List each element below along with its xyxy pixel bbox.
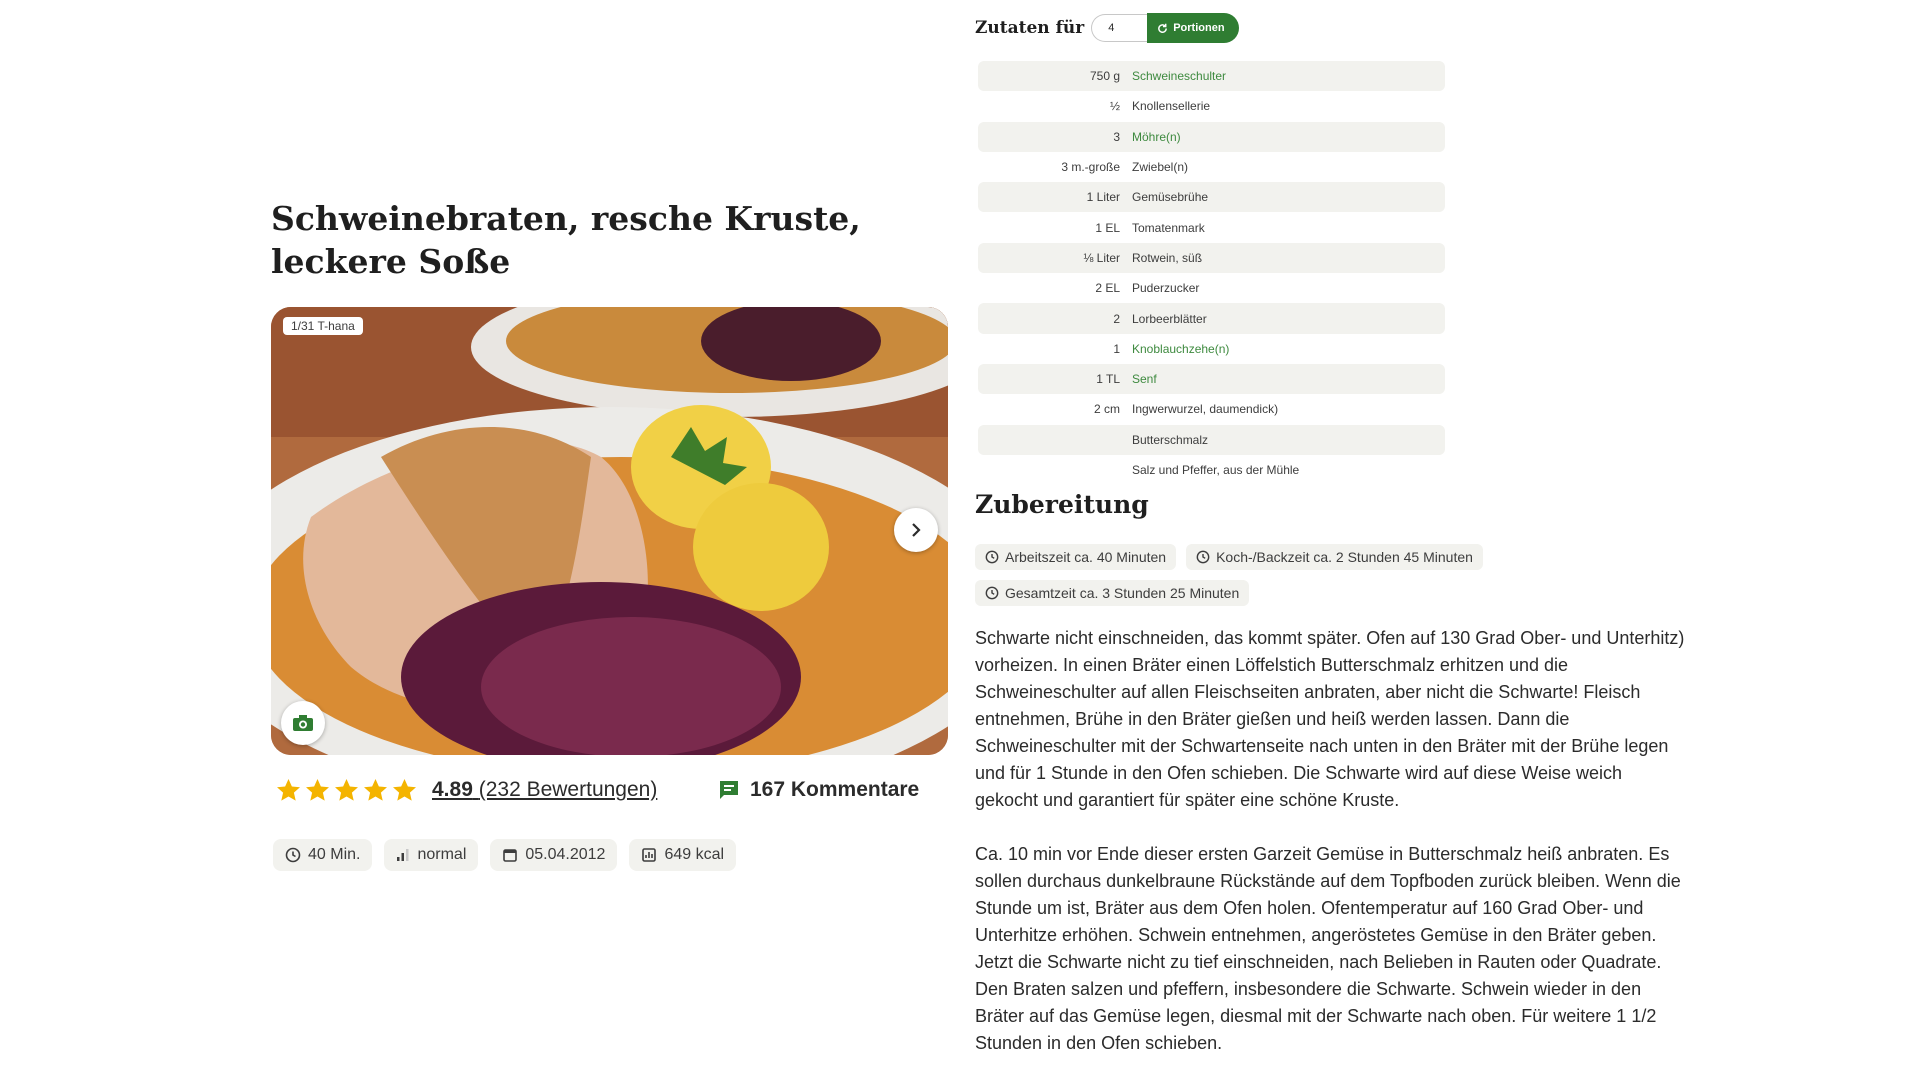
rating-value: 4.89 <box>432 778 473 801</box>
comments-link[interactable]: 167 Kommentare <box>718 774 919 806</box>
meta-calories: 649 kcal <box>629 839 737 871</box>
meta-duration: 40 Min. <box>273 839 373 871</box>
ingredient-name: Knollensellerie <box>1132 99 1211 114</box>
comment-icon <box>720 781 738 799</box>
upload-photo-button[interactable] <box>281 701 325 745</box>
ingredient-amount: 1 TL <box>1096 372 1120 387</box>
ingredient-row: ½ Knollensellerie <box>978 91 1445 121</box>
ingredient-amount: 1 EL <box>1095 220 1120 235</box>
calories-icon <box>642 848 657 862</box>
preparation-step: Ca. 10 min vor Ende dieser ersten Garzei… <box>975 844 1681 1053</box>
time-label: Arbeitszeit ca. 40 Minuten <box>1005 549 1167 565</box>
ingredient-row: 3 m.-große Zwiebel(n) <box>978 152 1445 182</box>
star-icon <box>277 778 300 801</box>
servings-label: Zutaten für <box>975 18 1085 38</box>
ingredient-row: ⅛ Liter Rotwein, süß <box>978 242 1445 274</box>
meta-date: 05.04.2012 <box>490 839 618 871</box>
ingredient-amount: 1 Liter <box>1086 190 1120 205</box>
time-chip-work: Arbeitszeit ca. 40 Minuten <box>975 544 1177 570</box>
star-icon <box>335 778 358 801</box>
preparation-text: Schwarte nicht einschneiden, das kommt s… <box>975 625 1690 1057</box>
comments-label: 167 Kommentare <box>750 778 920 801</box>
meta-label: 05.04.2012 <box>525 846 606 863</box>
rating-stars <box>275 777 418 804</box>
clock-icon <box>985 586 999 600</box>
ratings-link[interactable]: 4.89 (232 Bewertungen) <box>432 778 657 802</box>
recipe-meta: 40 Min. normal 05.04.2012 649 kcal <box>273 839 737 871</box>
update-servings-button[interactable]: Portionen <box>1147 13 1239 43</box>
calendar-icon <box>503 849 518 862</box>
ingredient-name: Puderzucker <box>1132 281 1200 296</box>
image-counter: 1/31 T-hana <box>283 317 363 335</box>
star-icon <box>364 778 387 801</box>
recipe-image-carousel[interactable]: 1/31 T-hana <box>271 307 948 755</box>
ingredient-link[interactable]: Senf <box>1132 372 1157 386</box>
ingredient-name: Rotwein, süß <box>1132 250 1203 265</box>
time-chip-total: Gesamtzeit ca. 3 Stunden 25 Minuten <box>975 580 1250 606</box>
ingredient-name: Ingwerwurzel, daumendick) <box>1132 402 1279 417</box>
clock-icon <box>985 550 999 564</box>
ingredient-link[interactable]: Schweineschulter <box>1132 69 1226 83</box>
servings-control: Zutaten für 4 Portionen <box>975 12 1239 44</box>
recipe-title: Schweinebraten, resche Kruste, leckere S… <box>271 199 861 281</box>
servings-input[interactable]: 4 <box>1091 14 1148 42</box>
ingredient-row: Butterschmalz <box>978 424 1445 455</box>
ingredient-row: 750 g Schweineschulter <box>978 61 1445 92</box>
ingredient-row: 3 Möhre(n) <box>978 121 1445 152</box>
ingredient-row: 1 Liter Gemüsebrühe <box>978 182 1445 213</box>
camera-icon <box>293 715 313 731</box>
ingredient-amount: 2 cm <box>1093 402 1120 417</box>
time-chip-cook: Koch-/Backzeit ca. 2 Stunden 45 Minuten <box>1186 544 1483 570</box>
ingredient-row: 1 Knoblauchzehe(n) <box>978 334 1445 364</box>
preparation-times: Arbeitszeit ca. 40 Minuten Koch-/Backzei… <box>975 544 1535 606</box>
next-image-button[interactable] <box>894 508 938 552</box>
ingredient-name: Lorbeerblätter <box>1132 311 1207 326</box>
ingredient-name: Zwiebel(n) <box>1132 160 1189 175</box>
ingredient-amount: ½ <box>1109 99 1120 114</box>
ingredient-row: 1 EL Tomatenmark <box>978 212 1445 242</box>
preparation-step: Schwarte nicht einschneiden, das kommt s… <box>975 628 1685 810</box>
clock-icon <box>285 847 301 863</box>
servings-button-label: Portionen <box>1173 22 1225 34</box>
ingredient-row: 2 cm Ingwerwurzel, daumendick) <box>978 394 1445 424</box>
ingredient-link[interactable]: Knoblauchzehe(n) <box>1132 342 1229 356</box>
ingredient-amount: 2 <box>1113 311 1120 326</box>
ingredient-amount: 2 EL <box>1095 281 1120 296</box>
ingredient-name: Butterschmalz <box>1132 432 1209 447</box>
meta-label: normal <box>417 846 467 863</box>
meta-label: 40 Min. <box>308 846 361 863</box>
ingredient-row: Salz und Pfeffer, aus der Mühle <box>978 455 1445 485</box>
chevron-right-icon <box>912 523 921 537</box>
time-label: Gesamtzeit ca. 3 Stunden 25 Minuten <box>1005 585 1240 601</box>
preparation-title: Zubereitung <box>975 490 1149 519</box>
ingredient-list: 750 g Schweineschulter ½ Knollensellerie 3 Mö… <box>978 61 1445 485</box>
ingredient-name: Tomatenmark <box>1132 220 1205 235</box>
ingredient-row: 1 TL Senf <box>978 363 1445 395</box>
ingredient-amount: 1 <box>1113 341 1120 356</box>
ingredient-amount: 3 <box>1113 129 1120 144</box>
ingredient-amount: 3 m.-große <box>1061 160 1120 175</box>
rating-summary: 4.89 (232 Bewertungen) <box>275 774 657 806</box>
star-icon <box>306 778 329 801</box>
rating-count: (232 Bewertungen) <box>478 778 658 801</box>
ingredient-amount: ⅛ Liter <box>1083 250 1120 265</box>
ingredient-amount: 750 g <box>1089 69 1120 84</box>
clock-icon <box>1196 550 1210 564</box>
ingredient-row: 2 Lorbeerblätter <box>978 303 1445 334</box>
meta-label: 649 kcal <box>664 846 725 863</box>
star-icon <box>393 778 416 801</box>
refresh-icon <box>1158 23 1168 33</box>
ingredient-name: Salz und Pfeffer, aus der Mühle <box>1132 463 1300 477</box>
meta-difficulty: normal <box>384 839 479 871</box>
ingredient-link[interactable]: Möhre(n) <box>1132 130 1181 144</box>
recipe-photo <box>271 307 948 755</box>
ingredient-row: 2 EL Puderzucker <box>978 273 1445 303</box>
time-label: Koch-/Backzeit ca. 2 Stunden 45 Minuten <box>1216 549 1473 565</box>
ingredient-name: Gemüsebrühe <box>1132 190 1209 205</box>
difficulty-icon <box>397 849 409 861</box>
